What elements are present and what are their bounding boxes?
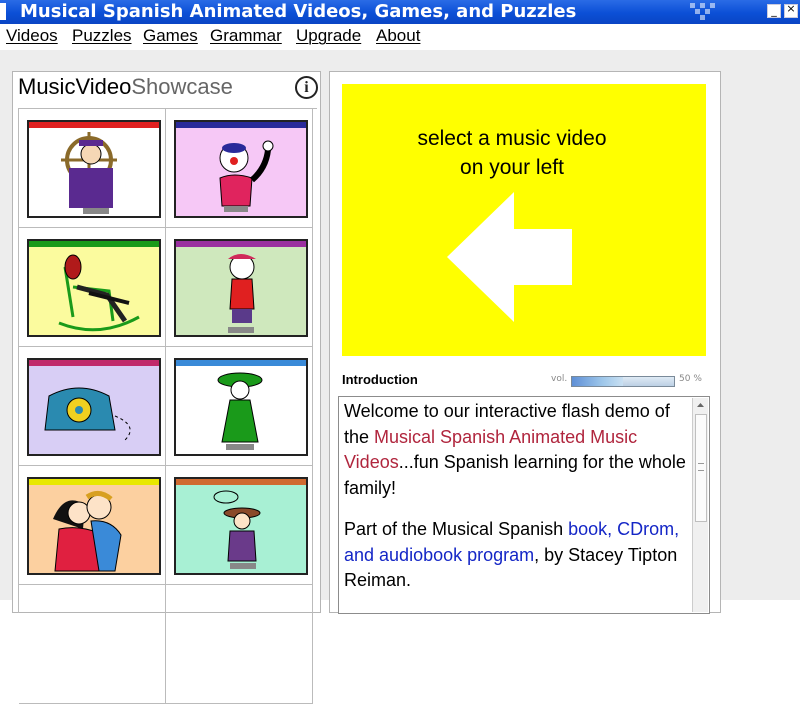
- clown-video-thumbnail[interactable]: [174, 120, 308, 218]
- title-bar: Musical Spanish Animated Videos, Games, …: [0, 0, 800, 24]
- thumbnail-cell[interactable]: [19, 347, 166, 466]
- sailor-illustration: [61, 132, 117, 214]
- thumbnail-cell[interactable]: [166, 466, 313, 585]
- clown-illustration: [219, 140, 274, 212]
- close-button[interactable]: ×: [784, 2, 798, 18]
- video-player-area[interactable]: select a music video on your left: [342, 84, 706, 356]
- showcase-title-part2: Showcase: [131, 74, 233, 99]
- minimize-button[interactable]: _: [767, 4, 781, 18]
- showcase-title-part1: MusicVideo: [18, 74, 132, 99]
- introduction-text-box: Welcome to our interactive flash demo of…: [338, 396, 710, 614]
- thumbnail-cell[interactable]: [166, 585, 313, 704]
- intro-scrollbar[interactable]: [692, 398, 708, 612]
- prompt-line-2: on your left: [460, 156, 564, 179]
- scroll-grip-icon: [698, 463, 704, 471]
- intro-p2-text: Part of the Musical Spanish: [344, 519, 569, 539]
- volume-fill: [572, 377, 623, 386]
- menu-upgrade[interactable]: Upgrade: [296, 26, 361, 46]
- couple-illustration: [53, 491, 122, 572]
- scroll-up-icon[interactable]: [693, 398, 708, 412]
- intro-paragraph-1: Welcome to our interactive flash demo of…: [344, 399, 689, 501]
- thumbnail-cell[interactable]: [166, 109, 313, 228]
- thumbnail-cell[interactable]: [166, 228, 313, 347]
- cowboy-illustration: [213, 490, 261, 569]
- player-panel: select a music video on your left Introd…: [329, 71, 721, 614]
- rocking-chair-video-thumbnail[interactable]: [27, 239, 161, 337]
- video-thumbnail-grid: [18, 108, 317, 704]
- girl-cap-video-thumbnail[interactable]: [174, 239, 308, 337]
- rocking-chair-illustration: [58, 254, 140, 332]
- showcase-title: MusicVideoShowcase: [18, 74, 233, 100]
- thumbnail-cell[interactable]: [19, 228, 166, 347]
- sailor-video-thumbnail[interactable]: [27, 120, 161, 218]
- window-title: Musical Spanish Animated Videos, Games, …: [20, 1, 577, 22]
- prompt-line-1: select a music video: [417, 127, 607, 150]
- left-arrow-icon: [447, 192, 572, 322]
- showcase-panel: MusicVideoShowcase i: [12, 71, 321, 704]
- menu-bar: Videos Puzzles Games Grammar Upgrade Abo…: [0, 24, 800, 50]
- volume-slider[interactable]: [571, 376, 675, 387]
- app-icon: [0, 3, 6, 20]
- menu-games[interactable]: Games: [143, 26, 198, 46]
- titlebar-decoration: [690, 3, 750, 21]
- thumbnail-cell[interactable]: [19, 466, 166, 585]
- telephone-illustration: [44, 387, 131, 441]
- sombrero-girl-video-thumbnail[interactable]: [174, 358, 308, 456]
- scroll-thumb[interactable]: [695, 414, 707, 522]
- thumbnail-cell[interactable]: [19, 585, 166, 704]
- telephone-video-thumbnail[interactable]: [27, 358, 161, 456]
- girl-cap-illustration: [228, 254, 256, 333]
- introduction-label: Introduction: [342, 372, 418, 387]
- volume-value: 50 %: [679, 374, 702, 384]
- menu-about[interactable]: About: [376, 26, 420, 46]
- menu-puzzles[interactable]: Puzzles: [72, 26, 132, 46]
- cowboy-video-thumbnail[interactable]: [174, 477, 308, 575]
- info-icon[interactable]: i: [295, 76, 318, 99]
- menu-videos[interactable]: Videos: [6, 26, 58, 46]
- sombrero-girl-illustration: [217, 372, 263, 450]
- thumbnail-cell[interactable]: [166, 347, 313, 466]
- introduction-text: Welcome to our interactive flash demo of…: [344, 399, 689, 610]
- menu-grammar[interactable]: Grammar: [210, 26, 282, 46]
- thumbnail-cell[interactable]: [19, 109, 166, 228]
- intro-paragraph-2: Part of the Musical Spanish book, CDrom,…: [344, 517, 689, 594]
- volume-label: vol.: [551, 374, 568, 384]
- select-video-prompt: select a music video on your left: [342, 124, 682, 182]
- couple-video-thumbnail[interactable]: [27, 477, 161, 575]
